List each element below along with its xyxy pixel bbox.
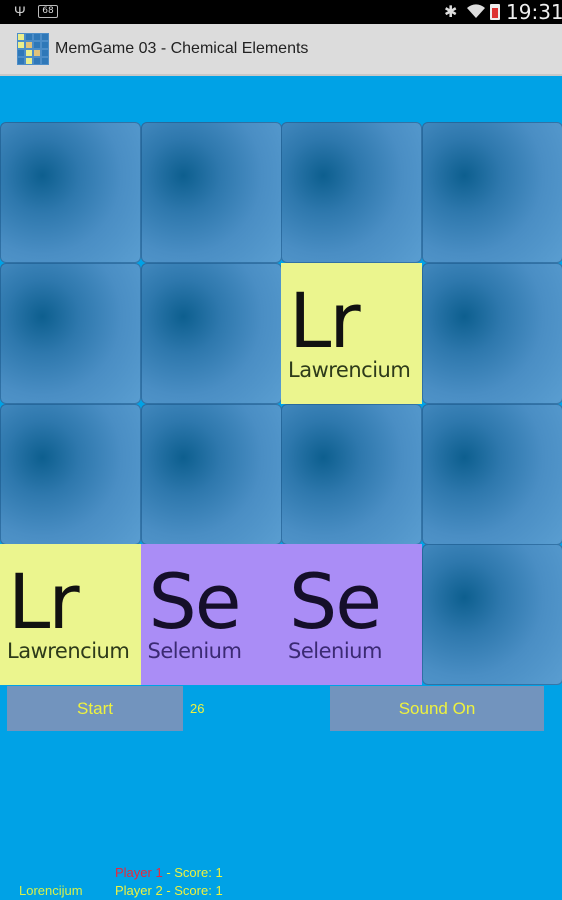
app-title: MemGame 03 - Chemical Elements xyxy=(55,40,309,57)
move-counter: 26 xyxy=(190,701,205,716)
element-symbol: Se xyxy=(148,557,242,647)
bluetooth-icon: ✱ xyxy=(444,4,458,21)
player2-score-text: - Score: 1 xyxy=(162,883,223,898)
action-bar: MemGame 03 - Chemical Elements xyxy=(0,24,562,76)
sound-toggle-button[interactable]: Sound On xyxy=(330,686,544,731)
app-icon xyxy=(17,33,49,65)
wifi-icon xyxy=(467,4,485,19)
player1-score-text: - Score: 1 xyxy=(162,865,223,880)
card-hidden[interactable] xyxy=(421,122,562,263)
game-board: Lr Lawrencium Lr Lawrencium Se Selenium Se Sele… xyxy=(0,122,562,686)
element-symbol: Lr xyxy=(289,275,361,365)
card-hidden[interactable] xyxy=(0,262,141,404)
card-hidden[interactable] xyxy=(421,262,562,404)
status-bar: Ψ 68 ✱ 19:31 xyxy=(0,0,562,24)
card-revealed[interactable]: Lr Lawrencium xyxy=(281,262,422,404)
player2-label: Player 2 xyxy=(115,883,163,898)
element-name: Lawrencium xyxy=(7,639,130,664)
card-hidden[interactable] xyxy=(281,403,422,545)
card-hidden[interactable] xyxy=(421,544,562,686)
card-hidden[interactable] xyxy=(140,122,282,263)
last-found-element: Lorencijum xyxy=(19,883,83,898)
element-symbol: Lr xyxy=(8,557,80,647)
notification-badge: 68 xyxy=(38,5,58,18)
card-hidden[interactable] xyxy=(0,122,141,263)
card-revealed[interactable]: Se Selenium xyxy=(140,544,282,686)
status-clock: 19:31 xyxy=(506,0,562,24)
player1-label: Player 1 xyxy=(115,865,163,880)
player2-score: Player 2 - Score: 1 xyxy=(115,883,223,898)
element-symbol: Se xyxy=(289,557,382,647)
start-button[interactable]: Start xyxy=(7,686,183,731)
card-hidden[interactable] xyxy=(140,262,282,404)
battery-icon xyxy=(490,4,500,20)
element-name: Selenium xyxy=(288,639,382,664)
card-hidden[interactable] xyxy=(140,403,282,545)
card-revealed[interactable]: Se Selenium xyxy=(281,544,422,686)
card-hidden[interactable] xyxy=(421,403,562,545)
card-revealed[interactable]: Lr Lawrencium xyxy=(0,544,141,686)
player1-score: Player 1 - Score: 1 xyxy=(115,865,223,880)
element-name: Lawrencium xyxy=(288,357,411,382)
usb-icon: Ψ xyxy=(14,3,26,19)
card-hidden[interactable] xyxy=(281,122,422,263)
card-hidden[interactable] xyxy=(0,403,141,545)
element-name: Selenium xyxy=(147,639,242,664)
